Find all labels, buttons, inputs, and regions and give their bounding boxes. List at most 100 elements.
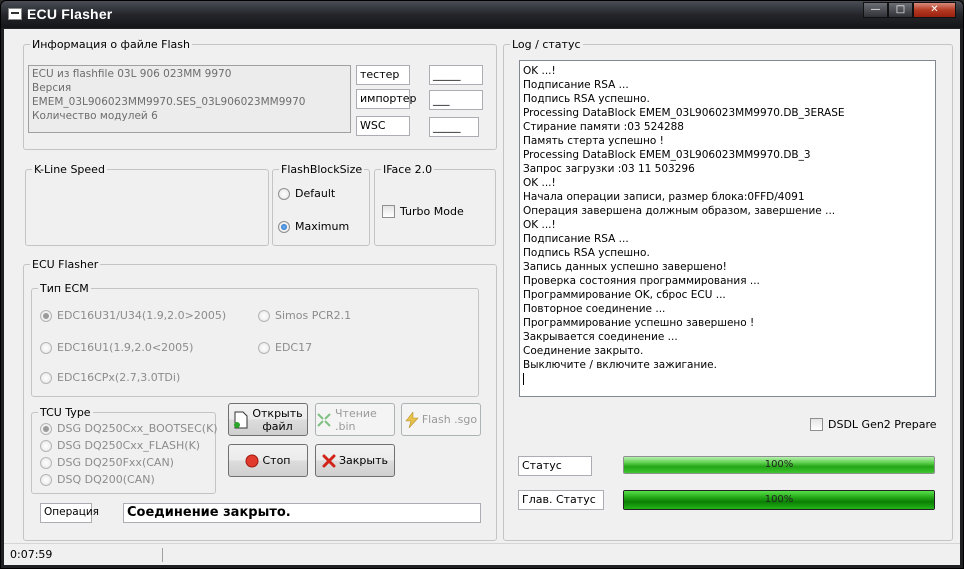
checkbox-box xyxy=(382,205,395,218)
client-area: Информация о файле Flash ECU из flashfil… xyxy=(4,29,960,561)
radio-circle xyxy=(258,341,270,354)
radio-circle xyxy=(40,371,52,384)
log-line: Processing DataBlock EMEM_03L906023MM997… xyxy=(523,149,811,161)
app-window: ECU Flasher — □ ✕ Информация о файле Fla… xyxy=(0,0,964,569)
operation-label-box: Операция xyxy=(40,503,99,523)
open-file-label: Открыть файл xyxy=(252,407,302,433)
flashblock-group: FlashBlockSize xyxy=(272,163,370,246)
ecm-edc16u1-radio[interactable]: EDC16U1(1.9,2.0<2005) xyxy=(40,341,193,354)
log-line: Processing DataBlock EMEM_03L906023MM997… xyxy=(523,107,845,119)
status-label-box: Статус xyxy=(518,456,592,476)
flashblock-default-radio[interactable]: Default xyxy=(278,187,335,200)
open-file-label-line1: Открыть xyxy=(252,406,303,420)
radio-label: DSG DQ250Cxx_BOOTSEC(K) xyxy=(57,422,218,435)
radio-circle xyxy=(258,309,270,322)
flash-info-legend: Информация о файле Flash xyxy=(32,38,190,51)
flash-sgo-label: Flash .sgo xyxy=(421,413,478,426)
red-x-icon xyxy=(322,454,336,467)
status-bar: 0:07:59 xyxy=(4,543,960,565)
importer-label: импортер xyxy=(360,92,417,105)
tcu-bootsec-radio[interactable]: DSG DQ250Cxx_BOOTSEC(K) xyxy=(40,422,218,435)
log-line: Закрывается соединение ... xyxy=(523,331,678,343)
turbo-mode-checkbox[interactable]: Turbo Mode xyxy=(382,205,464,218)
read-arrows-icon xyxy=(317,412,331,427)
operation-status-text: Соединение закрыто. xyxy=(127,505,291,520)
close-window-button[interactable]: ✕ xyxy=(913,2,956,18)
radio-label: Simos PCR2.1 xyxy=(275,309,352,322)
text-caret xyxy=(523,373,524,385)
log-textarea[interactable]: OK ...! Подписание RSA ... Подпись RSA усп… xyxy=(519,60,936,397)
radio-label: Maximum xyxy=(295,220,350,233)
log-line: OK ...! xyxy=(523,177,556,189)
checkbox-box xyxy=(810,418,823,431)
kline-speed-group: K-Line Speed xyxy=(25,163,269,246)
wsc-field[interactable]: _____ xyxy=(429,117,479,137)
radio-label: EDC17 xyxy=(275,341,313,354)
read-bin-label: Чтение .bin xyxy=(335,406,377,433)
radio-circle-selected xyxy=(278,220,290,233)
radio-label: DSG DQ250Cxx_FLASH(K) xyxy=(57,439,201,452)
ecm-edc17-radio[interactable]: EDC17 xyxy=(258,341,312,354)
radio-label: DSG DQ250Fxx(CAN) xyxy=(57,456,174,469)
log-line: OK ...! xyxy=(523,65,556,77)
window-title: ECU Flasher xyxy=(27,6,113,22)
read-bin-button[interactable]: Чтение .bin xyxy=(315,403,395,436)
ecm-simos-radio[interactable]: Simos PCR2.1 xyxy=(258,309,351,322)
log-line: Стирание памяти :03 524288 xyxy=(523,121,684,133)
radio-circle xyxy=(40,341,52,354)
main-status-label-box: Глав. Статус xyxy=(518,490,604,510)
wsc-value: _____ xyxy=(433,120,461,133)
tester-label-box: тестер xyxy=(356,65,410,85)
dsdl-gen2-label: DSDL Gen2 Prepare xyxy=(828,418,937,431)
importer-label-box: импортер xyxy=(356,89,417,109)
elapsed-time: 0:07:59 xyxy=(10,548,53,561)
flash-info-text: ECU из flashfile 03L 906 023MM 9970 Верс… xyxy=(28,65,351,133)
status-progress-bar: 100% xyxy=(623,456,935,474)
flashblock-maximum-radio[interactable]: Maximum xyxy=(278,220,349,233)
flash-info-line: Версия EMEM_03L906023MM9970.SES_03L90602… xyxy=(32,82,306,108)
log-line: Программирование успешно завершено ! xyxy=(523,317,755,329)
log-line: Соединение закрыто. xyxy=(523,345,644,357)
log-caret-line xyxy=(523,372,932,386)
app-menu-icon[interactable] xyxy=(8,8,22,20)
ecm-edc16cpx-radio[interactable]: EDC16CPx(2.7,3.0TDi) xyxy=(40,371,180,384)
log-line: Запись данных успешно завершено! xyxy=(523,261,727,273)
log-line: Подписание RSA ... xyxy=(523,79,629,91)
ecm-edc16u31-radio[interactable]: EDC16U31/U34(1.9,2.0>2005) xyxy=(40,309,226,322)
radio-circle-selected xyxy=(40,309,52,322)
tcu-dq250fxx-radio[interactable]: DSG DQ250Fxx(CAN) xyxy=(40,456,174,469)
log-line: Подпись RSA успешно. xyxy=(523,93,650,105)
log-line: Подписание RSA ... xyxy=(523,233,629,245)
main-status-label: Глав. Статус xyxy=(522,493,596,506)
radio-label: EDC16U1(1.9,2.0<2005) xyxy=(57,341,194,354)
importer-value: ___ xyxy=(433,93,450,106)
minimize-button[interactable]: — xyxy=(863,2,888,18)
importer-field[interactable]: ___ xyxy=(429,90,483,110)
log-line: Память стерта успешно ! xyxy=(523,135,664,147)
wsc-label-box: WSC xyxy=(356,116,410,136)
flash-sgo-button[interactable]: Flash .sgo xyxy=(401,403,481,436)
maximize-button[interactable]: □ xyxy=(888,2,913,18)
tcu-flash-radio[interactable]: DSG DQ250Cxx_FLASH(K) xyxy=(40,439,200,452)
stop-button[interactable]: Стоп xyxy=(228,444,308,477)
dsdl-gen2-checkbox[interactable]: DSDL Gen2 Prepare xyxy=(810,418,937,431)
radio-label: EDC16U31/U34(1.9,2.0>2005) xyxy=(57,309,227,322)
title-bar: ECU Flasher — □ ✕ xyxy=(1,1,963,28)
open-file-button[interactable]: Открыть файл xyxy=(228,403,308,436)
tester-label: тестер xyxy=(360,68,400,81)
radio-circle xyxy=(40,456,52,469)
main-status-progress-text: 100% xyxy=(764,494,794,505)
radio-label: DSQ DQ200(CAN) xyxy=(57,473,155,486)
stop-icon xyxy=(245,454,259,467)
close-button[interactable]: Закрыть xyxy=(315,444,395,477)
operation-label: Операция xyxy=(44,506,99,518)
log-line: Повторное соединение ... xyxy=(523,303,666,315)
status-progress-text: 100% xyxy=(764,459,794,470)
wsc-label: WSC xyxy=(360,119,386,132)
log-line: Подпись RSA успешно. xyxy=(523,247,650,259)
tcu-dq200-radio[interactable]: DSQ DQ200(CAN) xyxy=(40,473,155,486)
ecu-flasher-legend: ECU Flasher xyxy=(32,258,99,271)
radio-circle xyxy=(40,473,52,486)
log-line: Проверка состояния программирования ... xyxy=(523,275,760,287)
tester-field[interactable]: _____ xyxy=(429,65,483,85)
